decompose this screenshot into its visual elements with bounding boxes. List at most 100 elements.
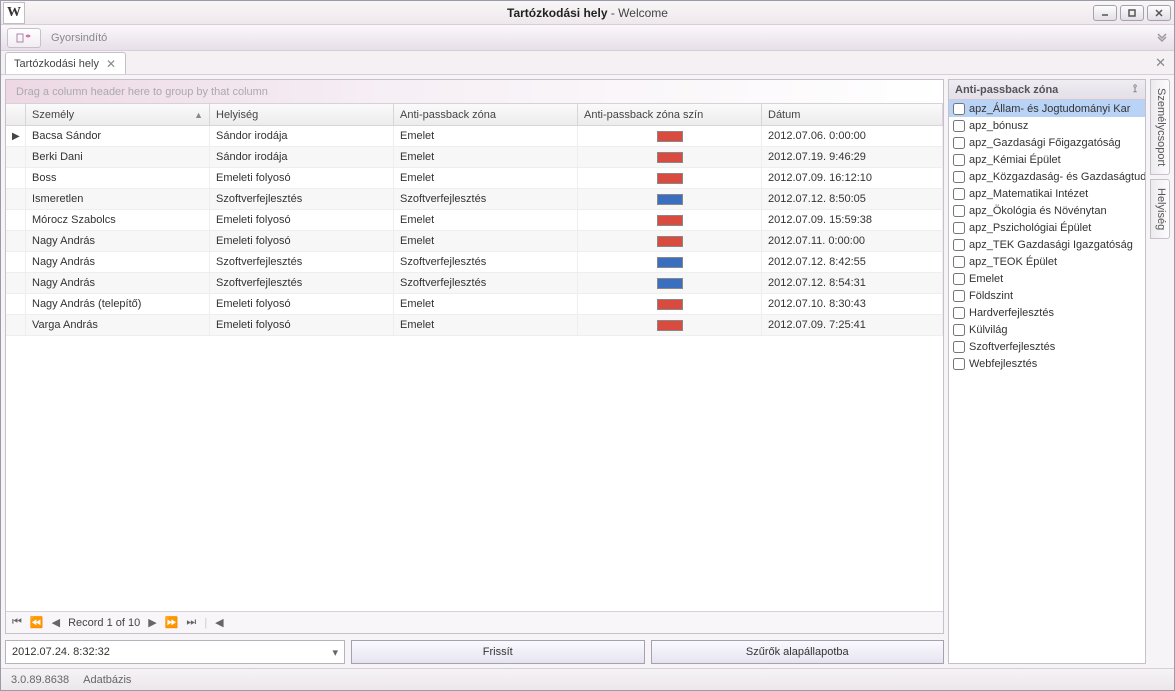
cell-date: 2012.07.12. 8:42:55 xyxy=(762,252,943,273)
pager-prevpage-icon[interactable]: ⏪ xyxy=(30,616,44,629)
cell-person: Nagy András xyxy=(26,231,210,252)
cell-zone-color xyxy=(578,315,762,336)
quick-launch-button[interactable] xyxy=(7,28,41,48)
col-header-zone-color[interactable]: Anti-passback zóna szín xyxy=(578,104,762,125)
zone-item[interactable]: apz_TEOK Épület xyxy=(949,253,1145,270)
row-selector[interactable] xyxy=(6,147,26,168)
tab-close-icon[interactable]: ✕ xyxy=(105,58,117,70)
pager-prev-icon[interactable]: ◀ xyxy=(52,616,60,629)
table-row[interactable]: Berki DaniSándor irodájaEmelet2012.07.19… xyxy=(6,147,943,168)
zone-item[interactable]: apz_Ökológia és Növénytan xyxy=(949,202,1145,219)
sidetab-szemelycsoport[interactable]: Személycsoport xyxy=(1150,79,1170,175)
table-row[interactable]: Nagy AndrásSzoftverfejlesztésSzoftverfej… xyxy=(6,273,943,294)
pager-text: Record 1 of 10 xyxy=(68,617,140,629)
pager-next-icon[interactable]: ▶ xyxy=(148,616,156,629)
row-selector[interactable] xyxy=(6,252,26,273)
tabstrip-close-icon[interactable]: ✕ xyxy=(1155,55,1166,71)
zone-checkbox[interactable] xyxy=(953,188,965,200)
zone-checkbox[interactable] xyxy=(953,120,965,132)
cell-date: 2012.07.06. 0:00:00 xyxy=(762,126,943,147)
bottom-actions: 2012.07.24. 8:32:32 ▾ Frissít Szűrők ala… xyxy=(5,640,944,664)
minimize-button[interactable] xyxy=(1093,5,1117,21)
quickbar-chevron-icon[interactable] xyxy=(1156,31,1168,46)
zone-item[interactable]: apz_Pszichológiai Épület xyxy=(949,219,1145,236)
cell-room: Sándor irodája xyxy=(210,126,394,147)
table-row[interactable]: Mórocz SzabolcsEmeleti folyosóEmelet2012… xyxy=(6,210,943,231)
cell-person: Bacsa Sándor xyxy=(26,126,210,147)
cell-zone: Emelet xyxy=(394,294,578,315)
table-row[interactable]: Nagy András (telepítő)Emeleti folyosóEme… xyxy=(6,294,943,315)
zone-label: Külvilág xyxy=(969,324,1008,336)
zone-item[interactable]: apz_bónusz xyxy=(949,117,1145,134)
zone-item[interactable]: apz_Gazdasági Főigazgatóság xyxy=(949,134,1145,151)
zone-checkbox[interactable] xyxy=(953,222,965,234)
cell-person: Ismeretlen xyxy=(26,189,210,210)
cell-room: Emeleti folyosó xyxy=(210,210,394,231)
zone-checkbox[interactable] xyxy=(953,205,965,217)
col-header-room[interactable]: Helyiség xyxy=(210,104,394,125)
pin-icon[interactable]: ⟟ xyxy=(1129,83,1141,95)
zone-checkbox[interactable] xyxy=(953,290,965,302)
table-row[interactable]: Nagy AndrásEmeleti folyosóEmelet2012.07.… xyxy=(6,231,943,252)
table-row[interactable]: ▶Bacsa SándorSándor irodájaEmelet 2012.07… xyxy=(6,126,943,147)
zone-item[interactable]: Külvilág xyxy=(949,321,1145,338)
cell-zone-color xyxy=(578,210,762,231)
col-header-date[interactable]: Dátum xyxy=(762,104,943,125)
zone-checkbox[interactable] xyxy=(953,103,965,115)
sidetab-helyiseg[interactable]: Helyiség xyxy=(1150,179,1170,239)
group-by-box[interactable]: Drag a column header here to group by th… xyxy=(6,80,943,104)
col-header-zone[interactable]: Anti-passback zóna xyxy=(394,104,578,125)
row-selector[interactable] xyxy=(6,189,26,210)
refresh-button[interactable]: Frissít xyxy=(351,640,645,664)
grid-body[interactable]: ▶Bacsa SándorSándor irodájaEmelet2012.07… xyxy=(6,126,943,611)
cell-zone-color xyxy=(578,168,762,189)
zone-item[interactable]: apz_TEK Gazdasági Igazgatóság xyxy=(949,236,1145,253)
zone-item[interactable]: Webfejlesztés xyxy=(949,355,1145,372)
cell-zone: Emelet xyxy=(394,147,578,168)
pager-last-icon[interactable]: ⏭ xyxy=(186,616,196,629)
cell-room: Emeleti folyosó xyxy=(210,231,394,252)
cell-zone: Emelet xyxy=(394,126,578,147)
zone-checkbox[interactable] xyxy=(953,273,965,285)
reset-filters-button[interactable]: Szűrők alapállapotba xyxy=(651,640,945,664)
row-selector[interactable] xyxy=(6,315,26,336)
close-button[interactable] xyxy=(1147,5,1171,21)
zone-checkbox[interactable] xyxy=(953,358,965,370)
table-row[interactable]: IsmeretlenSzoftverfejlesztésSzoftverfejl… xyxy=(6,189,943,210)
row-selector[interactable] xyxy=(6,210,26,231)
dropdown-icon[interactable]: ▾ xyxy=(332,646,338,659)
zone-item[interactable]: Emelet xyxy=(949,270,1145,287)
cell-person: Nagy András xyxy=(26,273,210,294)
row-selector[interactable] xyxy=(6,168,26,189)
maximize-button[interactable] xyxy=(1120,5,1144,21)
pager-nextpage-icon[interactable]: ⏩ xyxy=(165,616,179,629)
zone-item[interactable]: apz_Kémiai Épület xyxy=(949,151,1145,168)
col-header-person[interactable]: Személy▲ xyxy=(26,104,210,125)
zone-checkbox[interactable] xyxy=(953,307,965,319)
row-selector[interactable] xyxy=(6,231,26,252)
row-selector[interactable] xyxy=(6,273,26,294)
row-selector[interactable] xyxy=(6,294,26,315)
row-selector[interactable]: ▶ xyxy=(6,126,26,147)
date-field[interactable]: 2012.07.24. 8:32:32 ▾ xyxy=(5,640,345,664)
zone-item[interactable]: Földszint xyxy=(949,287,1145,304)
table-row[interactable]: Varga AndrásEmeleti folyosóEmelet2012.07… xyxy=(6,315,943,336)
zone-item[interactable]: Szoftverfejlesztés xyxy=(949,338,1145,355)
zone-item[interactable]: apz_Állam- és Jogtudományi Kar xyxy=(949,100,1145,117)
pager-scroll-left-icon[interactable]: ◀ xyxy=(215,616,223,629)
pager-first-icon[interactable]: ⏮ xyxy=(12,616,22,629)
zone-checkbox[interactable] xyxy=(953,137,965,149)
table-row[interactable]: BossEmeleti folyosóEmelet2012.07.09. 16:… xyxy=(6,168,943,189)
zone-item[interactable]: Hardverfejlesztés xyxy=(949,304,1145,321)
zone-checkbox[interactable] xyxy=(953,324,965,336)
zone-checkbox[interactable] xyxy=(953,239,965,251)
zone-checkbox[interactable] xyxy=(953,171,965,183)
tab-tartozkodasi-hely[interactable]: Tartózkodási hely ✕ xyxy=(5,52,126,74)
table-row[interactable]: Nagy AndrásSzoftverfejlesztésSzoftverfej… xyxy=(6,252,943,273)
zone-list[interactable]: apz_Állam- és Jogtudományi Karapz_bónusz… xyxy=(949,100,1145,663)
zone-checkbox[interactable] xyxy=(953,341,965,353)
zone-checkbox[interactable] xyxy=(953,154,965,166)
zone-checkbox[interactable] xyxy=(953,256,965,268)
zone-item[interactable]: apz_Matematikai Intézet xyxy=(949,185,1145,202)
zone-item[interactable]: apz_Közgazdaság- és Gazdaságtud xyxy=(949,168,1145,185)
